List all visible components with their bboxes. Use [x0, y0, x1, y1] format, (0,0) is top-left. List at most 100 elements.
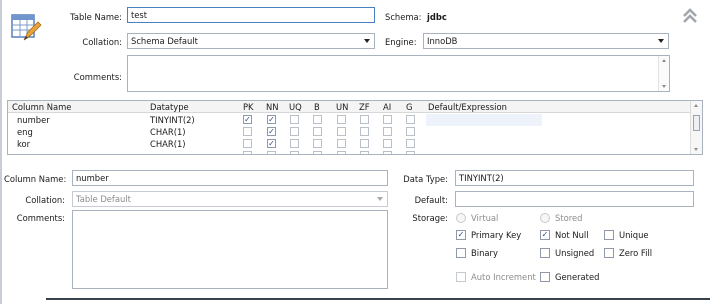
b-checkbox[interactable] [313, 139, 322, 148]
datatype-cell[interactable]: CHAR(1) [150, 126, 186, 138]
engine-select[interactable]: InnoDB [423, 33, 669, 49]
column-collation-value: Table Default [76, 194, 131, 204]
pk-checkbox[interactable] [243, 139, 252, 148]
primary-key-checkbox[interactable]: ✓ [456, 230, 466, 240]
engine-select-value: InnoDB [427, 36, 458, 46]
ai-checkbox[interactable] [383, 151, 392, 154]
schema-value: jdbc [427, 12, 447, 22]
data-type-label: Data Type: [403, 174, 448, 184]
storage-label: Storage: [412, 213, 448, 223]
virtual-radio[interactable] [456, 213, 466, 223]
pk-checkbox[interactable]: ✓ [243, 115, 252, 124]
columns-grid[interactable]: Column Name Datatype PK NN UQ B UN ZF AI… [7, 100, 703, 155]
default-label: Default: [414, 195, 448, 205]
g-checkbox[interactable] [406, 115, 415, 124]
b-checkbox[interactable] [313, 151, 322, 154]
nn-checkbox[interactable]: ✓ [267, 115, 276, 124]
collation-label: Collation: [82, 37, 122, 47]
scroll-down-icon [662, 85, 666, 88]
data-type-input[interactable]: TINYINT(2) [455, 170, 694, 186]
header-datatype[interactable]: Datatype [150, 101, 189, 113]
uq-checkbox[interactable] [290, 127, 299, 136]
column-name-cell[interactable]: kor [17, 138, 30, 150]
zf-checkbox[interactable] [360, 139, 369, 148]
auto-increment-checkbox[interactable] [456, 272, 466, 282]
not-null-label: Not Null [555, 230, 589, 240]
header-g[interactable]: G [406, 101, 413, 113]
engine-label: Engine: [385, 37, 417, 47]
table-comments-textarea[interactable] [127, 55, 670, 92]
chevron-down-icon [364, 39, 370, 43]
chevron-down-icon [377, 197, 383, 201]
primary-key-label: Primary Key [471, 230, 522, 240]
ai-checkbox[interactable] [383, 139, 392, 148]
column-comments-textarea[interactable] [72, 210, 388, 289]
unique-checkbox[interactable] [604, 230, 614, 240]
datatype-cell[interactable]: TINYINT(2) [150, 114, 195, 126]
uq-checkbox[interactable] [290, 139, 299, 148]
zf-checkbox[interactable] [360, 151, 369, 154]
header-un[interactable]: UN [336, 101, 348, 113]
column-collation-select[interactable]: Table Default [72, 191, 388, 207]
binary-checkbox[interactable] [456, 248, 466, 258]
not-null-checkbox[interactable]: ✓ [540, 230, 550, 240]
columns-grid-scrollbar[interactable] [690, 101, 702, 154]
nn-checkbox[interactable]: ✓ [267, 139, 276, 148]
g-checkbox[interactable] [406, 151, 415, 154]
b-checkbox[interactable] [313, 115, 322, 124]
column-name-cell[interactable]: eng [17, 126, 33, 138]
column-name-cell[interactable]: number [17, 114, 50, 126]
default-cell[interactable] [426, 138, 542, 150]
collapse-button[interactable] [681, 8, 699, 24]
un-checkbox[interactable] [337, 115, 346, 124]
table-name-input[interactable]: test [127, 7, 375, 23]
zf-checkbox[interactable] [360, 115, 369, 124]
scroll-thumb[interactable] [693, 115, 700, 131]
header-nn[interactable]: NN [266, 101, 279, 113]
un-checkbox[interactable] [337, 151, 346, 154]
ai-checkbox[interactable] [383, 127, 392, 136]
generated-checkbox[interactable] [540, 272, 550, 282]
un-checkbox[interactable] [337, 127, 346, 136]
stored-label: Stored [555, 213, 583, 223]
scroll-up-icon [694, 104, 698, 107]
header-uq[interactable]: UQ [289, 101, 302, 113]
pk-checkbox[interactable] [243, 127, 252, 136]
zero-fill-checkbox[interactable] [604, 248, 614, 258]
default-cell[interactable] [426, 126, 542, 138]
collation-select-value: Schema Default [131, 36, 198, 46]
comments-scrollbar[interactable] [658, 56, 669, 91]
table-row[interactable]: kor CHAR(1) ✓ [8, 138, 690, 150]
zero-fill-label: Zero Fill [619, 248, 653, 258]
g-checkbox[interactable] [406, 127, 415, 136]
header-column-name[interactable]: Column Name [12, 101, 71, 113]
table-row[interactable]: number TINYINT(2) ✓ ✓ [8, 114, 690, 126]
table-row-placeholder[interactable] [8, 150, 690, 154]
unsigned-checkbox[interactable] [540, 248, 550, 258]
header-default[interactable]: Default/Expression [428, 101, 507, 113]
stored-radio[interactable] [540, 213, 550, 223]
column-name-input[interactable]: number [72, 170, 388, 186]
g-checkbox[interactable] [406, 139, 415, 148]
table-row[interactable]: eng CHAR(1) ✓ [8, 126, 690, 138]
nn-checkbox[interactable] [267, 151, 276, 154]
pk-checkbox[interactable] [243, 151, 252, 154]
zf-checkbox[interactable] [360, 127, 369, 136]
header-b[interactable]: B [314, 101, 320, 113]
datatype-cell[interactable]: CHAR(1) [150, 138, 186, 150]
default-input[interactable] [455, 191, 694, 207]
table-name-label: Table Name: [70, 12, 122, 22]
ai-checkbox[interactable] [383, 115, 392, 124]
unique-label: Unique [619, 230, 649, 240]
un-checkbox[interactable] [337, 139, 346, 148]
uq-checkbox[interactable] [290, 151, 299, 154]
header-zf[interactable]: ZF [359, 101, 370, 113]
auto-increment-label: Auto Increment [471, 272, 536, 282]
header-ai[interactable]: AI [383, 101, 391, 113]
header-pk[interactable]: PK [243, 101, 254, 113]
nn-checkbox[interactable]: ✓ [267, 127, 276, 136]
uq-checkbox[interactable] [290, 115, 299, 124]
default-cell[interactable] [426, 114, 542, 126]
b-checkbox[interactable] [313, 127, 322, 136]
collation-select[interactable]: Schema Default [127, 33, 375, 49]
